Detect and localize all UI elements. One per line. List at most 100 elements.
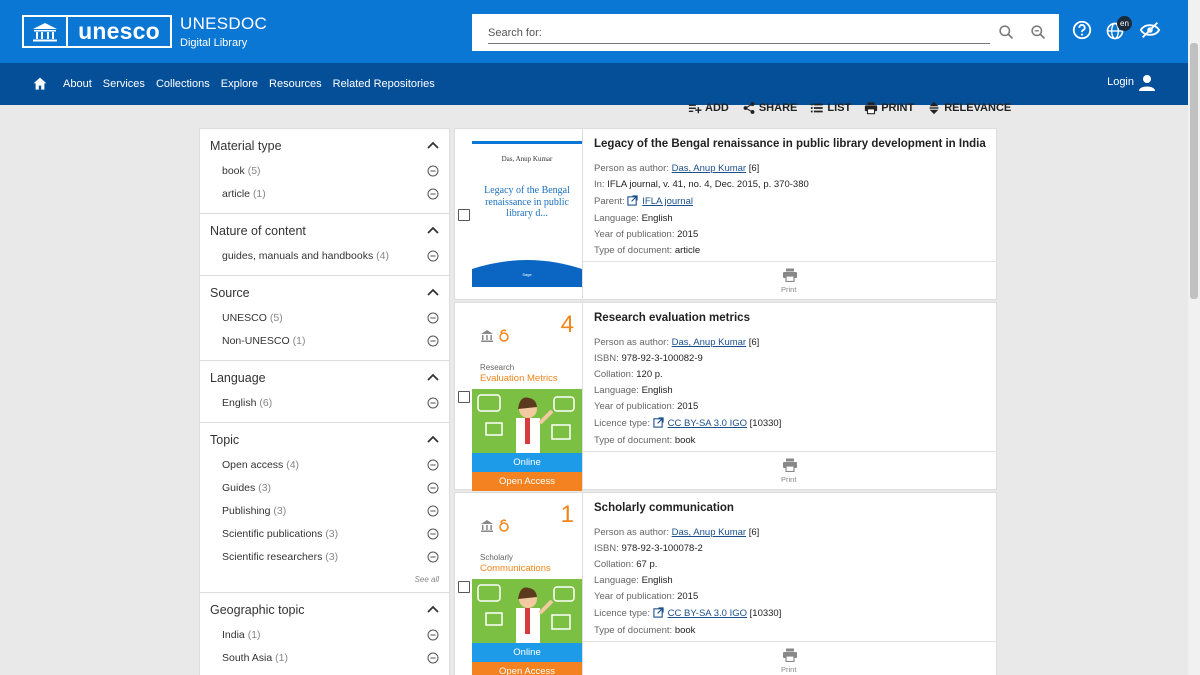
- facet-item[interactable]: Non-UNESCO (1): [200, 331, 449, 354]
- exclude-minus-icon[interactable]: [427, 397, 439, 409]
- facet-language: Language English (6): [200, 361, 449, 423]
- exclude-minus-icon[interactable]: [427, 250, 439, 262]
- researcher-illustration: [477, 394, 575, 453]
- result-title[interactable]: Scholarly communication: [594, 502, 734, 514]
- exclude-minus-icon[interactable]: [427, 652, 439, 664]
- facet-item[interactable]: India (1): [200, 625, 449, 648]
- facet-item[interactable]: Guides (3): [200, 478, 449, 501]
- nav-collections[interactable]: Collections: [156, 78, 210, 90]
- print-button[interactable]: PRINT: [864, 101, 914, 115]
- print-label: PRINT: [881, 102, 915, 114]
- card-print-button[interactable]: Print: [583, 641, 997, 675]
- chevron-up-icon[interactable]: [427, 287, 439, 297]
- facet-item[interactable]: UNESCO (5): [200, 308, 449, 331]
- exclude-minus-icon[interactable]: [427, 629, 439, 641]
- author-link[interactable]: Das, Anup Kumar: [672, 337, 746, 348]
- facet-item[interactable]: article (1): [200, 184, 449, 207]
- exclude-minus-icon[interactable]: [427, 505, 439, 517]
- share-button[interactable]: SHARE: [742, 101, 797, 115]
- accessibility-eye-icon[interactable]: [1139, 19, 1161, 41]
- facet-header[interactable]: Geographic topic: [200, 593, 449, 625]
- see-all-link[interactable]: See all: [415, 575, 439, 584]
- nav-services[interactable]: Services: [103, 78, 145, 90]
- facet-item[interactable]: Publishing (3): [200, 501, 449, 524]
- nav-resources[interactable]: Resources: [269, 78, 322, 90]
- licence-link[interactable]: CC BY-SA 3.0 IGO: [668, 608, 747, 619]
- facet-header[interactable]: Material type: [200, 129, 449, 161]
- facet-header[interactable]: Topic: [200, 423, 449, 455]
- facet-item[interactable]: guides, manuals and handbooks (4): [200, 246, 449, 269]
- facet-item[interactable]: English (6): [200, 393, 449, 416]
- cover-thumbnail[interactable]: Das, Anup Kumar Legacy of the Bengal ren…: [472, 129, 582, 287]
- meta-year: Year of publication: 2015: [594, 591, 698, 602]
- advanced-search-icon[interactable]: [1030, 24, 1047, 41]
- meta-type: Type of document: book: [594, 625, 695, 636]
- relevance-sort-button[interactable]: RELEVANCE: [927, 101, 1011, 115]
- scrollbar-thumb[interactable]: [1190, 43, 1198, 299]
- home-icon[interactable]: [32, 76, 48, 92]
- facet-header[interactable]: Nature of content: [200, 214, 449, 246]
- result-title[interactable]: Legacy of the Bengal renaissance in publ…: [594, 138, 986, 150]
- online-badge[interactable]: Online: [472, 643, 582, 662]
- exclude-minus-icon[interactable]: [427, 482, 439, 494]
- select-checkbox[interactable]: [458, 581, 470, 593]
- result-title[interactable]: Research evaluation metrics: [594, 312, 750, 324]
- select-checkbox[interactable]: [458, 391, 470, 403]
- chevron-up-icon[interactable]: [427, 225, 439, 235]
- cover-thumbnail[interactable]: 4 Research Evaluation Metrics Online Ope…: [472, 303, 582, 491]
- nav-explore[interactable]: Explore: [221, 78, 258, 90]
- author-link[interactable]: Das, Anup Kumar: [672, 527, 746, 538]
- language-badge[interactable]: en: [1117, 16, 1132, 31]
- external-link-icon: [627, 195, 638, 206]
- exclude-minus-icon[interactable]: [427, 188, 439, 200]
- meta-value: English: [641, 575, 673, 586]
- help-icon[interactable]: [1071, 19, 1093, 41]
- facet-item[interactable]: Open access (4): [200, 455, 449, 478]
- cover-author: Das, Anup Kumar: [501, 155, 553, 163]
- search-input[interactable]: [488, 23, 990, 44]
- author-link[interactable]: Das, Anup Kumar: [672, 163, 746, 174]
- facet-topic: Topic Open access (4) Guides (3) Publish…: [200, 423, 449, 593]
- facet-item[interactable]: Scientific publications (3): [200, 524, 449, 547]
- list-button[interactable]: LIST: [810, 101, 851, 115]
- nav-related-repositories[interactable]: Related Repositories: [333, 78, 435, 90]
- exclude-minus-icon[interactable]: [427, 312, 439, 324]
- facet-header[interactable]: Language: [200, 361, 449, 393]
- page-scrollbar[interactable]: [1188, 0, 1200, 675]
- facet-title: Geographic topic: [210, 603, 305, 617]
- parent-link[interactable]: IFLA journal: [642, 196, 693, 207]
- facet-item[interactable]: South Asia (1): [200, 648, 449, 671]
- cover-thumbnail[interactable]: 1 Scholarly Communications Online Open A…: [472, 493, 582, 675]
- exclude-minus-icon[interactable]: [427, 551, 439, 563]
- unesco-logo[interactable]: unesco: [22, 15, 172, 48]
- select-checkbox[interactable]: [458, 209, 470, 221]
- search-icon[interactable]: [998, 24, 1015, 41]
- brand[interactable]: UNESDOC Digital Library: [180, 14, 267, 49]
- meta-value: 2015: [677, 401, 699, 412]
- card-print-button[interactable]: Print: [583, 451, 997, 489]
- licence-link[interactable]: CC BY-SA 3.0 IGO: [668, 418, 747, 429]
- login-link[interactable]: Login: [1107, 76, 1134, 88]
- facet-item[interactable]: Scientific researchers (3): [200, 547, 449, 570]
- chevron-up-icon[interactable]: [427, 372, 439, 382]
- chevron-up-icon[interactable]: [427, 604, 439, 614]
- facet-header[interactable]: Source: [200, 276, 449, 308]
- open-access-badge[interactable]: Open Access: [472, 662, 582, 675]
- card-print-button[interactable]: Print: [583, 261, 997, 299]
- online-badge[interactable]: Online: [472, 453, 582, 472]
- facet-item[interactable]: book (5): [200, 161, 449, 184]
- meta-value: 120 p.: [636, 369, 663, 380]
- facet-item-label: Publishing: [222, 505, 271, 517]
- add-button[interactable]: ADD: [688, 101, 729, 115]
- unesco-mini-logo-icon: [481, 329, 509, 342]
- open-access-badge[interactable]: Open Access: [472, 472, 582, 491]
- user-icon[interactable]: [1137, 73, 1157, 93]
- meta-key: Person as author:: [594, 163, 669, 174]
- nav-about[interactable]: About: [63, 78, 92, 90]
- chevron-up-icon[interactable]: [427, 140, 439, 150]
- chevron-up-icon[interactable]: [427, 434, 439, 444]
- exclude-minus-icon[interactable]: [427, 459, 439, 471]
- exclude-minus-icon[interactable]: [427, 335, 439, 347]
- exclude-minus-icon[interactable]: [427, 165, 439, 177]
- exclude-minus-icon[interactable]: [427, 528, 439, 540]
